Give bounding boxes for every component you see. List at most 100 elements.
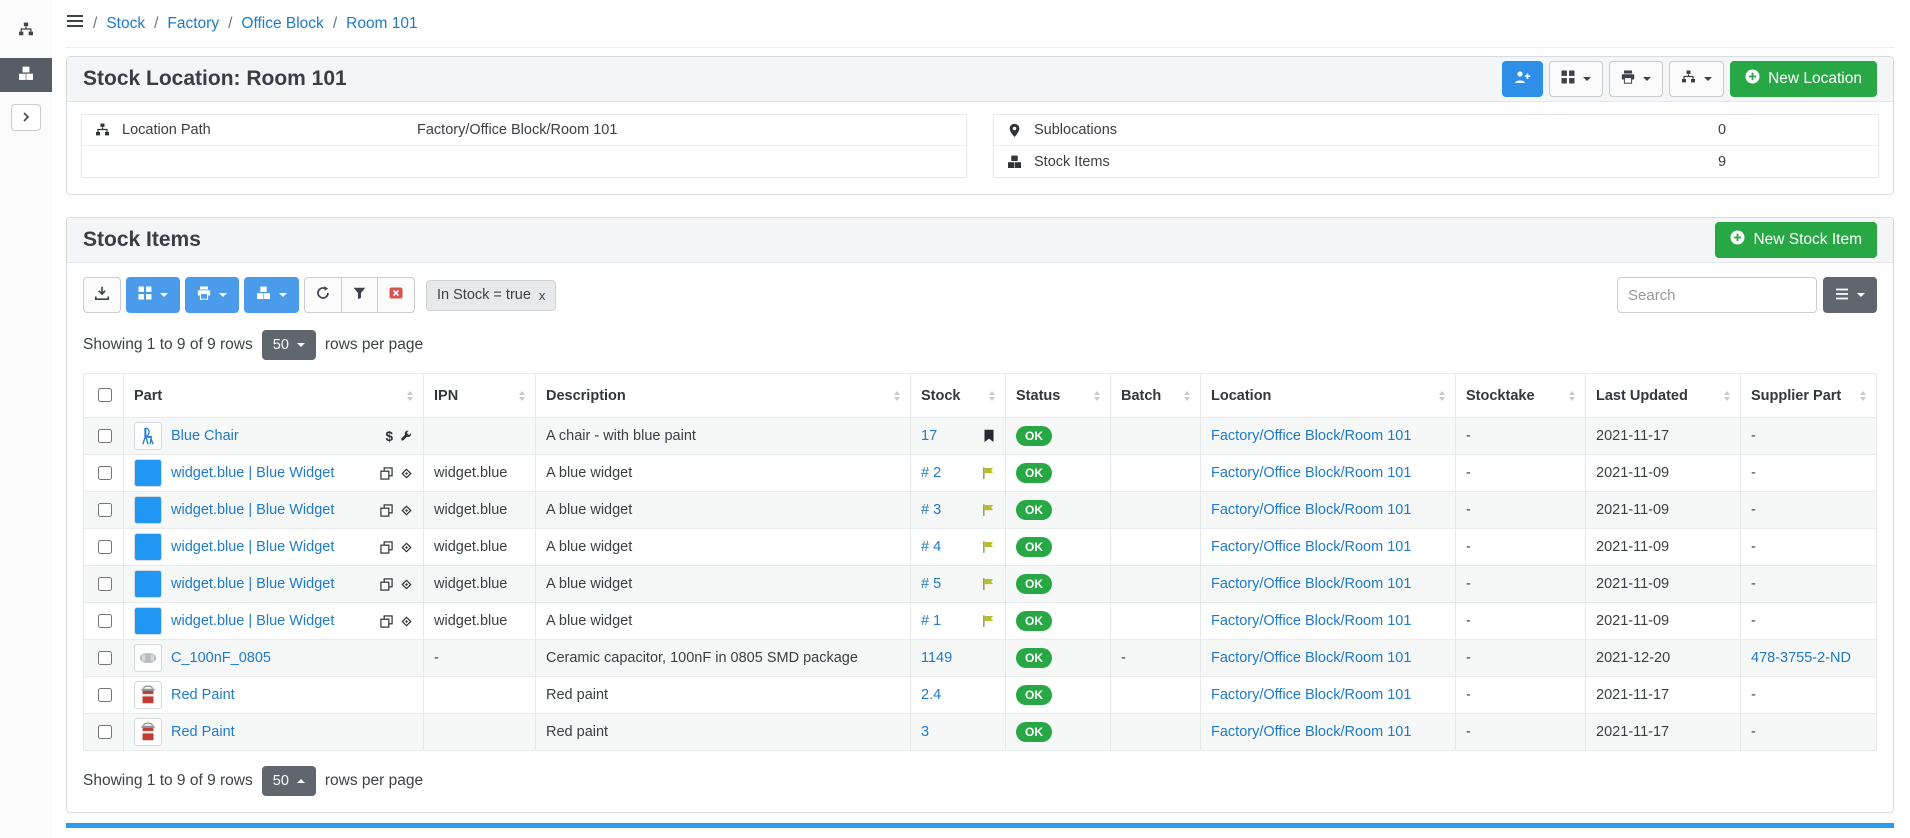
barcode-bulk-button[interactable] [126, 277, 180, 313]
page-size-select[interactable]: 50 [262, 766, 316, 796]
copy-icon[interactable] [380, 541, 393, 554]
row-checkbox[interactable] [98, 688, 112, 702]
location-link[interactable]: Factory/Office Block/Room 101 [1211, 687, 1411, 703]
part-link[interactable]: C_100nF_0805 [171, 650, 271, 666]
stock-options-button[interactable] [244, 277, 299, 313]
diamond-icon[interactable] [400, 504, 413, 517]
print-bulk-button[interactable] [185, 277, 239, 313]
part-link[interactable]: widget.blue | Blue Widget [171, 539, 334, 555]
filter-chip-remove-icon[interactable]: x [539, 288, 546, 303]
part-thumbnail[interactable] [134, 570, 162, 598]
column-header-stock[interactable]: Stock [911, 374, 1006, 418]
dollar-icon[interactable]: $ [385, 429, 393, 444]
row-checkbox[interactable] [98, 577, 112, 591]
breadcrumb-link[interactable]: Office Block [241, 15, 323, 33]
wrench-icon[interactable] [400, 430, 413, 443]
column-header-stocktake[interactable]: Stocktake [1456, 374, 1586, 418]
stocktake-cell: - [1456, 492, 1586, 529]
stock-link[interactable]: # 1 [921, 613, 941, 629]
supplier-part-link[interactable]: 478-3755-2-ND [1751, 650, 1851, 666]
part-thumbnail[interactable] [134, 607, 162, 635]
part-thumbnail[interactable] [134, 422, 162, 450]
diamond-icon[interactable] [400, 541, 413, 554]
row-checkbox[interactable] [98, 651, 112, 665]
column-header-supplier-part[interactable]: Supplier Part [1741, 374, 1877, 418]
export-button[interactable] [83, 277, 121, 313]
part-link[interactable]: Red Paint [171, 687, 235, 703]
copy-icon[interactable] [380, 467, 393, 480]
sidebar-item-location-tree[interactable] [0, 14, 52, 48]
location-link[interactable]: Factory/Office Block/Room 101 [1211, 650, 1411, 666]
filter-remove-button[interactable] [377, 277, 415, 313]
sidebar-expand-button[interactable] [11, 104, 41, 131]
column-header-location[interactable]: Location [1201, 374, 1456, 418]
breadcrumb: / Stock/Factory/Office Block/Room 101 [66, 0, 1894, 48]
barcode-actions-button[interactable] [1549, 61, 1603, 97]
breadcrumb-link[interactable]: Room 101 [346, 15, 418, 33]
sidebar-item-stock[interactable] [0, 58, 52, 92]
location-link[interactable]: Factory/Office Block/Room 101 [1211, 465, 1411, 481]
part-link[interactable]: Blue Chair [171, 428, 239, 444]
row-checkbox[interactable] [98, 540, 112, 554]
part-thumbnail[interactable] [134, 459, 162, 487]
part-thumbnail[interactable] [134, 681, 162, 709]
new-location-button[interactable]: New Location [1730, 61, 1877, 97]
ownership-button[interactable] [1502, 61, 1543, 97]
location-link[interactable]: Factory/Office Block/Room 101 [1211, 539, 1411, 555]
row-checkbox[interactable] [98, 725, 112, 739]
select-all-checkbox[interactable] [98, 388, 112, 402]
diamond-icon[interactable] [400, 615, 413, 628]
copy-icon[interactable] [380, 578, 393, 591]
part-thumbnail[interactable] [134, 533, 162, 561]
refresh-button[interactable] [304, 277, 342, 313]
row-checkbox[interactable] [98, 614, 112, 628]
part-thumbnail[interactable] [134, 718, 162, 746]
breadcrumb-link[interactable]: Stock [106, 15, 145, 33]
diamond-icon[interactable] [400, 578, 413, 591]
print-actions-button[interactable] [1609, 61, 1663, 97]
location-link[interactable]: Factory/Office Block/Room 101 [1211, 428, 1411, 444]
location-operations-button[interactable] [1669, 61, 1724, 97]
search-input[interactable] [1617, 277, 1817, 313]
stock-link[interactable]: 1149 [921, 650, 952, 666]
column-header-status[interactable]: Status [1006, 374, 1111, 418]
new-stock-item-button[interactable]: New Stock Item [1715, 222, 1877, 258]
stock-link[interactable]: 2.4 [921, 687, 941, 703]
row-checkbox[interactable] [98, 429, 112, 443]
row-checkbox[interactable] [98, 466, 112, 480]
location-link[interactable]: Factory/Office Block/Room 101 [1211, 576, 1411, 592]
stock-link[interactable]: # 5 [921, 576, 941, 592]
part-link[interactable]: widget.blue | Blue Widget [171, 613, 334, 629]
stock-link[interactable]: # 2 [921, 465, 941, 481]
diamond-icon[interactable] [400, 467, 413, 480]
part-thumbnail[interactable] [134, 496, 162, 524]
column-header-last-updated[interactable]: Last Updated [1586, 374, 1741, 418]
menu-icon[interactable] [66, 14, 84, 33]
part-link[interactable]: Red Paint [171, 724, 235, 740]
copy-icon[interactable] [380, 504, 393, 517]
part-thumbnail[interactable] [134, 644, 162, 672]
stock-link[interactable]: # 3 [921, 502, 941, 518]
location-link[interactable]: Factory/Office Block/Room 101 [1211, 502, 1411, 518]
breadcrumb-link[interactable]: Factory [167, 15, 219, 33]
column-header-batch[interactable]: Batch [1111, 374, 1201, 418]
location-link[interactable]: Factory/Office Block/Room 101 [1211, 613, 1411, 629]
column-header-part[interactable]: Part [124, 374, 424, 418]
stock-link[interactable]: 17 [921, 428, 937, 444]
columns-button[interactable] [1823, 277, 1877, 313]
filter-button[interactable] [341, 277, 378, 313]
column-header-ipn[interactable]: IPN [424, 374, 536, 418]
copy-icon[interactable] [380, 615, 393, 628]
part-link[interactable]: widget.blue | Blue Widget [171, 576, 334, 592]
part-link[interactable]: widget.blue | Blue Widget [171, 465, 334, 481]
stocktake-cell: - [1456, 677, 1586, 714]
filter-chip-in-stock[interactable]: In Stock = true x [426, 280, 556, 311]
page-size-select[interactable]: 50 [262, 330, 316, 360]
supplier-part-text: - [1751, 687, 1756, 703]
row-checkbox[interactable] [98, 503, 112, 517]
location-link[interactable]: Factory/Office Block/Room 101 [1211, 724, 1411, 740]
part-link[interactable]: widget.blue | Blue Widget [171, 502, 334, 518]
stock-link[interactable]: 3 [921, 724, 929, 740]
stock-link[interactable]: # 4 [921, 539, 941, 555]
column-header-description[interactable]: Description [536, 374, 911, 418]
